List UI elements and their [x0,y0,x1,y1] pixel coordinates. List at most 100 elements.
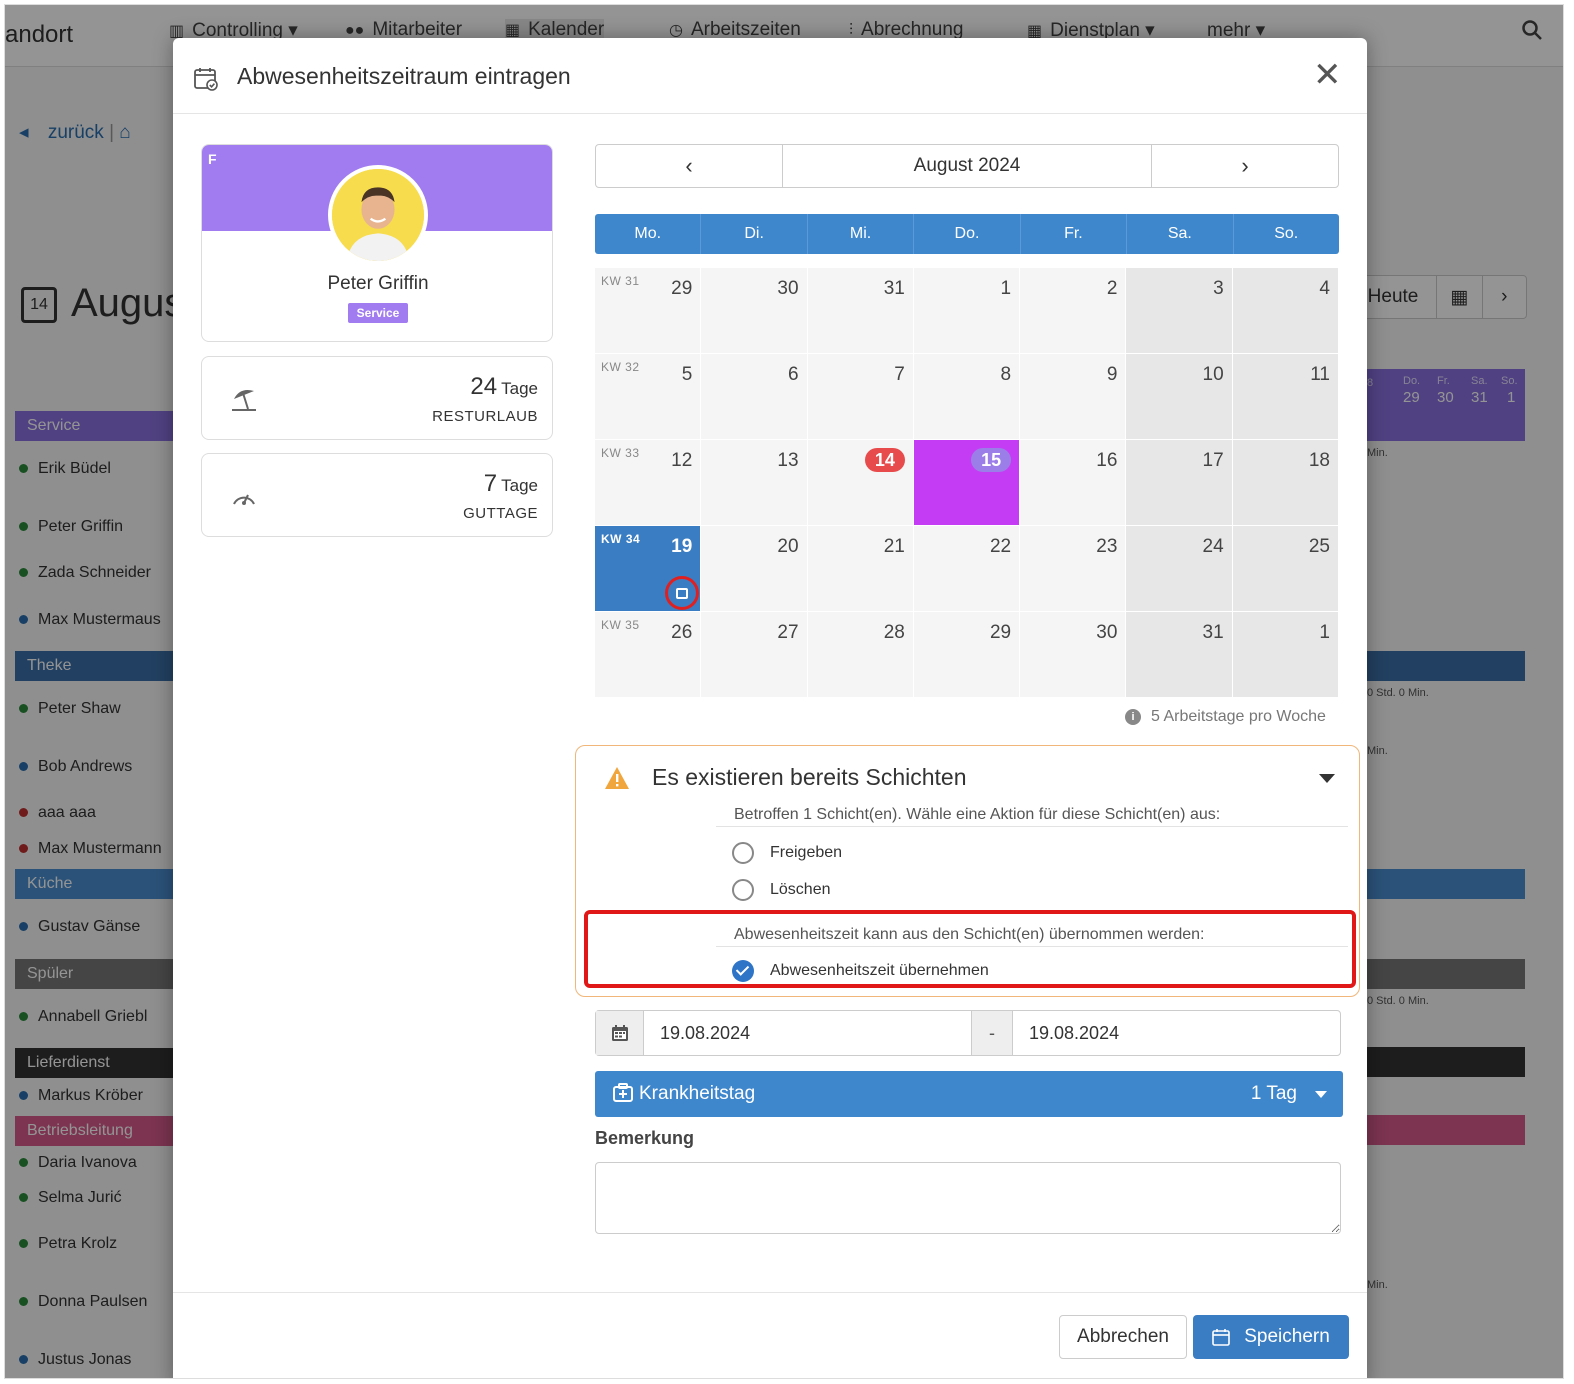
weekday-label: Sa. [1127,214,1234,254]
calendar-day-cell[interactable]: 11 [1232,354,1338,439]
weekday-label: Di. [701,214,808,254]
calendar-day-cell[interactable]: 30 [701,268,807,353]
calendar-day-cell[interactable]: 3 [1126,268,1232,353]
radio-loeschen[interactable]: Löschen [732,879,831,901]
calendar-day-cell[interactable]: 23 [1020,526,1126,611]
calendar-day-cell[interactable]: 27 [701,612,807,697]
warning-description: Betroffen 1 Schicht(en). Wähle eine Akti… [734,806,1221,823]
day-number: 2 [1106,278,1118,299]
day-number: 17 [1202,450,1224,471]
calendar-day-cell[interactable]: 31 [1126,612,1232,697]
calendar-day-cell[interactable]: KW 31 29 [595,268,701,353]
calendar-week-row: KW 32 5 6 7 8 9 10 11 [595,354,1339,440]
collapse-caret-icon[interactable] [1319,774,1335,783]
calendar-day-cell[interactable]: 22 [913,526,1020,611]
modal-footer: Abbrechen Speichern [173,1292,1367,1378]
day-number: 11 [1310,364,1330,385]
adopt-absence-checkbox[interactable]: Abwesenheitszeit übernehmen [732,960,989,982]
start-date-field[interactable]: 19.08.2024 [644,1011,971,1055]
calendar-day-cell[interactable]: 4 [1232,268,1338,353]
day-number: 16 [1096,450,1118,471]
calendar-day-cell[interactable]: 18 [1232,440,1338,525]
day-number: 1 [1319,622,1330,643]
calendar-day-cell[interactable]: 10 [1126,354,1232,439]
close-icon[interactable]: ✕ [1313,58,1342,92]
calendar-day-cell[interactable]: 6 [701,354,807,439]
calendar-mini-icon [676,587,688,599]
calendar-day-cell[interactable]: KW 33 12 [595,440,701,525]
day-number: 25 [1308,536,1330,557]
selected-day-cell[interactable]: KW 34 19 [595,526,701,611]
calendar-day-cell[interactable]: 29 [913,612,1020,697]
modal-header: Abwesenheitszeitraum eintragen ✕ [173,38,1367,114]
weekday-header: Mo. Di. Mi. Do. Fr. Sa. So. [595,214,1339,254]
next-month-button[interactable]: › [1152,145,1338,187]
absence-type-select[interactable]: Krankheitstag 1 Tag [595,1071,1343,1117]
calendar-day-cell[interactable]: 15 [913,440,1020,525]
calendar-day-cell[interactable]: 31 [807,268,913,353]
calendar-day-cell[interactable]: 30 [1020,612,1126,697]
department-badge: Service [348,303,408,323]
calendar-day-cell[interactable]: 16 [1020,440,1126,525]
day-number: 29 [671,278,693,299]
weekday-label: Mo. [595,214,702,254]
week-number-label: KW 32 [601,360,640,374]
calendar-save-icon [1212,1329,1231,1346]
calendar-day-cell[interactable]: 20 [701,526,807,611]
calendar-day-cell[interactable]: 25 [1232,526,1338,611]
calendar-day-cell[interactable]: KW 35 26 [595,612,701,697]
day-number: 19 [671,536,693,557]
marked-day-badge: 15 [971,448,1012,472]
calendar-week-row: KW 35 26 27 28 29 30 31 1 [595,612,1339,698]
calendar-day-cell[interactable]: 17 [1126,440,1232,525]
end-date-field[interactable]: 19.08.2024 [1013,1011,1340,1055]
prev-month-button[interactable]: ‹ [596,145,782,187]
week-number-label: KW 34 [601,532,641,546]
calendar-day-cell[interactable]: 8 [913,354,1020,439]
calendar-glyph [611,1025,628,1041]
calendar-day-cell[interactable]: KW 32 5 [595,354,701,439]
calendar-day-cell[interactable]: 28 [807,612,913,697]
calendar-day-cell[interactable]: 13 [701,440,807,525]
calendar-day-cell[interactable]: 7 [807,354,913,439]
app-window: andort ▥ Controlling ▾ ●● Mitarbeiter ▦ Kal… [4,4,1564,1379]
week-number-label: KW 33 [601,446,640,460]
info-icon: i [1125,708,1141,725]
calendar-day-cell[interactable]: 24 [1126,526,1232,611]
day-number: 3 [1213,278,1224,299]
goodday-value: 7 Tage [483,470,538,497]
cancel-button[interactable]: Abbrechen [1059,1315,1187,1359]
day-number: 13 [777,450,799,471]
day-number: 28 [883,622,905,643]
day-number: 31 [1202,622,1224,643]
remark-textarea[interactable] [595,1162,1341,1234]
shift-calendar-icon[interactable] [665,576,699,610]
calendar-day-cell[interactable]: 14 [807,440,913,525]
week-number-label: KW 31 [601,274,640,288]
calendar-day-cell[interactable]: 2 [1020,268,1126,353]
adopt-description: Abwesenheitszeit kann aus den Schicht(en… [734,926,1205,943]
week-number-label: KW 35 [601,618,640,632]
day-number: 18 [1308,450,1330,471]
goodday-stat-card: 7 Tage GUTTAGE [201,453,553,537]
calendar-day-cell[interactable]: 9 [1020,354,1126,439]
radio-circle[interactable] [732,879,754,901]
workdays-info: i5 Arbeitstage pro Woche [1125,708,1326,726]
umbrella-beach-icon [232,390,256,411]
calendar-day-cell[interactable]: 1 [1232,612,1338,697]
save-button[interactable]: Speichern [1193,1315,1349,1359]
avatar [328,165,428,265]
medical-kit-icon [613,1083,633,1102]
goodday-label: GUTTAGE [463,505,538,522]
radio-circle[interactable] [732,842,754,864]
radio-freigeben[interactable]: Freigeben [732,842,842,864]
calendar-day-cell[interactable]: 21 [807,526,913,611]
checkmark-icon[interactable] [732,960,754,982]
absence-modal: Abwesenheitszeitraum eintragen ✕ F Peter… [173,38,1367,1378]
calendar-day-cell[interactable]: 1 [913,268,1020,353]
day-number: 21 [883,536,905,557]
today-badge: 14 [864,448,905,472]
calendar-icon[interactable] [596,1011,644,1055]
month-label: August 2024 [782,145,1152,187]
day-number: 1 [1000,278,1012,299]
